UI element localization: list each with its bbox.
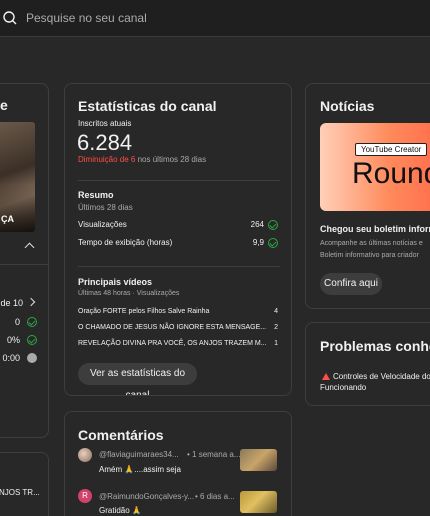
comment-author[interactable]: @flaviaguimaraes34... (99, 450, 179, 459)
left-bottom-card: NJOS TR... (0, 452, 49, 516)
card-title: e (0, 97, 8, 113)
chevron-up-icon[interactable] (24, 242, 35, 253)
card-title: Notícias (320, 98, 375, 114)
comment-video-thumbnail[interactable] (240, 491, 277, 513)
ctr-value: 0% (6, 335, 20, 345)
summary-period: Últimos 28 dias (78, 203, 133, 212)
metric-value: 264 (250, 220, 264, 229)
alert-icon (322, 373, 330, 380)
news-banner[interactable]: YouTube Creator Round (320, 123, 430, 211)
known-issues-card: Problemas conhecidos Controles de Veloci… (305, 322, 430, 406)
metric-label: Tempo de exibição (horas) (78, 238, 173, 247)
news-body: Boletim informativo para criador (320, 252, 419, 259)
check-icon (268, 238, 278, 248)
video-thumbnail[interactable]: ÇA (0, 122, 35, 232)
card-title: Comentários (78, 427, 164, 443)
comment-time: • 1 semana a... (187, 450, 241, 459)
comment-text: Amém 🙏....assim seja (99, 465, 181, 474)
comment-text: Gratidão 🙏 (99, 506, 142, 515)
subscribers-change: Diminuição de 6 nos últimos 28 dias (78, 155, 207, 164)
latest-video-card: e ÇA d de 10 0 0% 0:00 (0, 83, 49, 438)
video-row-title[interactable]: REVELAÇÃO DIVINA PRA VOCÊ, OS ANJOS TRAZ… (78, 340, 267, 347)
summary-title: Resumo (78, 190, 114, 200)
video-row-views: 4 (274, 308, 278, 315)
video-row-views: 2 (274, 324, 278, 331)
subscribers-count: 6.284 (77, 130, 133, 155)
top-videos-title: Principais vídeos (78, 277, 153, 287)
banner-text: Round (352, 157, 430, 190)
news-card: Notícias YouTube Creator Round Chegou se… (305, 83, 430, 309)
metric-value: 9,9 (252, 238, 264, 247)
check-icon (268, 220, 278, 230)
subscribers-label: Inscritos atuais (78, 119, 132, 128)
news-body: Acompanhe as últimas notícias e (320, 240, 423, 247)
check-icon (27, 335, 37, 345)
news-headline: Chegou seu boletim informat (320, 224, 430, 234)
search-input[interactable] (26, 8, 326, 28)
comments-card: Comentários @flaviaguimaraes34... • 1 se… (64, 411, 292, 516)
issue-text[interactable]: Funcionando (320, 383, 366, 392)
card-title: Problemas conhecidos (320, 338, 430, 354)
comment-video-thumbnail[interactable] (240, 449, 277, 471)
news-cta-button[interactable]: Confira aqui (320, 273, 382, 295)
issue-text[interactable]: Controles de Velocidade do V (333, 372, 430, 381)
top-videos-period: Últimas 48 horas · Visualizações (78, 290, 180, 297)
metric-label: Visualizações (78, 220, 127, 229)
check-icon (27, 317, 37, 327)
ranking-value: d de 10 (0, 298, 23, 308)
video-row-title[interactable]: Oração FORTE pelos Filhos Salve Rainha (78, 308, 209, 315)
video-row-title[interactable]: O CHAMADO DE JESUS NÃO IGNORE ESTA MENSA… (78, 324, 266, 331)
card-title: Estatísticas do canal (78, 98, 217, 114)
channel-stats-card: Estatísticas do canal Inscritos atuais 6… (64, 83, 292, 396)
views-value: 0 (14, 317, 20, 327)
video-title: NJOS TR... (0, 488, 40, 497)
comment-author[interactable]: @RaimundoGonçalves-y... (99, 492, 194, 501)
comment-time: • 6 dias a... (195, 492, 235, 501)
clock-icon (27, 353, 37, 363)
chevron-right-icon[interactable] (26, 297, 36, 307)
top-bar (0, 0, 430, 37)
channel-analytics-button[interactable]: Ver as estatísticas do canal (78, 363, 197, 395)
avatar[interactable] (78, 448, 92, 462)
thumbnail-caption: ÇA (1, 214, 14, 224)
banner-tag: YouTube Creator (355, 143, 428, 156)
duration-value: 0:00 (2, 353, 20, 363)
video-row-views: 1 (274, 340, 278, 347)
avatar[interactable]: R (78, 489, 92, 503)
search-icon[interactable] (2, 10, 18, 26)
